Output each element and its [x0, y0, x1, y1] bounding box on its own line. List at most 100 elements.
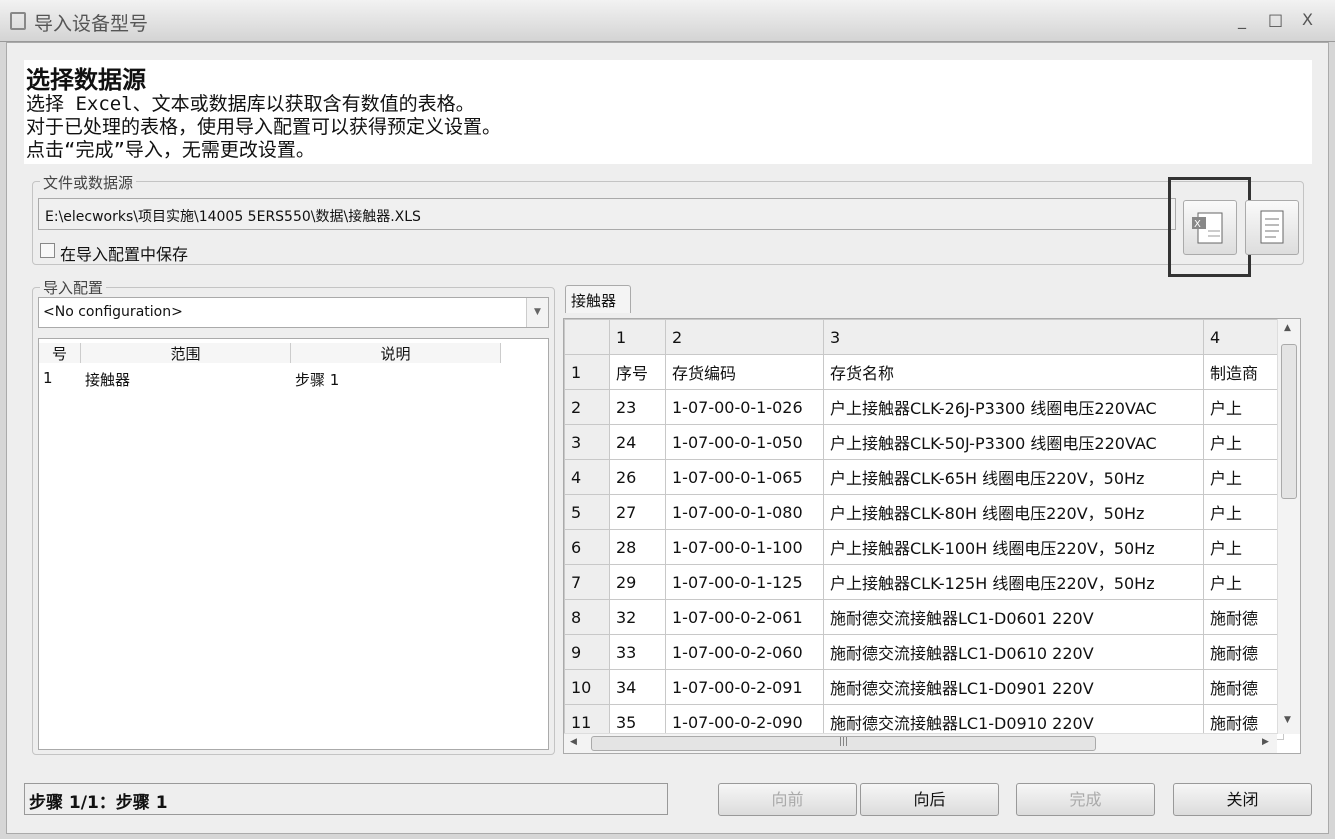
- table-cell[interactable]: 户上: [1203, 459, 1284, 495]
- table-cell[interactable]: 24: [609, 424, 666, 460]
- table-cell[interactable]: 27: [609, 494, 666, 530]
- text-file-icon: [1260, 210, 1284, 244]
- table-cell[interactable]: 1-07-00-0-1-050: [665, 424, 824, 460]
- table-cell[interactable]: 制造商: [1203, 354, 1284, 390]
- table-cell[interactable]: 1-07-00-0-1-125: [665, 564, 824, 600]
- text-source-button[interactable]: [1245, 200, 1299, 255]
- list-cell[interactable]: 接触器: [85, 369, 130, 390]
- next-button[interactable]: 向后: [860, 783, 999, 816]
- table-cell[interactable]: 户上接触器CLK-26J-P3300 线圈电压220VAC: [823, 389, 1204, 425]
- step-status: 步骤 1/1：步骤 1: [24, 783, 668, 815]
- row-header[interactable]: 3: [564, 424, 610, 460]
- table-cell[interactable]: 1-07-00-0-2-061: [665, 599, 824, 635]
- row-header[interactable]: 2: [564, 389, 610, 425]
- table-cell[interactable]: 户上: [1203, 389, 1284, 425]
- column-header-row: 1234: [564, 319, 1284, 355]
- table-cell[interactable]: 户上接触器CLK-65H 线圈电压220V，50Hz: [823, 459, 1204, 495]
- table-cell[interactable]: 序号: [609, 354, 666, 390]
- row-header[interactable]: 10: [564, 669, 610, 705]
- table-cell[interactable]: 存货名称: [823, 354, 1204, 390]
- tab-sheet[interactable]: 接触器: [565, 285, 631, 313]
- column-header[interactable]: 1: [609, 319, 666, 355]
- table-cell[interactable]: 1-07-00-0-2-060: [665, 634, 824, 670]
- instruction-line: 点击“完成”导入，无需更改设置。: [26, 139, 315, 161]
- config-select[interactable]: <No configuration> ▼: [38, 297, 549, 328]
- table-cell[interactable]: 施耐德交流接触器LC1-D0610 220V: [823, 634, 1204, 670]
- minimize-button[interactable]: _: [1238, 10, 1246, 29]
- vertical-scrollbar[interactable]: ▲ ▼: [1277, 319, 1300, 734]
- table-cell[interactable]: 户上: [1203, 424, 1284, 460]
- column-header[interactable]: 4: [1203, 319, 1284, 355]
- list-cell[interactable]: 1: [43, 369, 53, 387]
- table-cell[interactable]: 1-07-00-0-1-100: [665, 529, 824, 565]
- excel-icon: X: [1192, 212, 1223, 244]
- source-group-label: 文件或数据源: [40, 172, 137, 193]
- table-cell[interactable]: 施耐德交流接触器LC1-D0901 220V: [823, 669, 1204, 705]
- row-header[interactable]: 7: [564, 564, 610, 600]
- row-header[interactable]: 4: [564, 459, 610, 495]
- scroll-thumb[interactable]: [1281, 344, 1297, 499]
- table-cell[interactable]: 施耐德交流接触器LC1-D0601 220V: [823, 599, 1204, 635]
- save-in-config-label: 在导入配置中保存: [60, 245, 189, 264]
- table-cell[interactable]: 户上接触器CLK-125H 线圈电压220V，50Hz: [823, 564, 1204, 600]
- save-in-config-checkbox[interactable]: [40, 243, 55, 258]
- table-cell[interactable]: 施耐德: [1203, 599, 1284, 635]
- table-cell[interactable]: 33: [609, 634, 666, 670]
- horizontal-scrollbar[interactable]: ◀ ||| ▶: [564, 733, 1277, 753]
- previous-button[interactable]: 向前: [718, 783, 857, 816]
- close-window-button[interactable]: X: [1302, 10, 1313, 29]
- close-button[interactable]: 关闭: [1173, 783, 1312, 816]
- scroll-thumb[interactable]: |||: [591, 736, 1096, 751]
- scroll-up-icon[interactable]: ▲: [1284, 323, 1291, 333]
- file-path-field[interactable]: E:\elecworks\项目实施\14005 5ERS550\数据\接触器.X…: [38, 198, 1176, 230]
- table-cell[interactable]: 户上接触器CLK-50J-P3300 线圈电压220VAC: [823, 424, 1204, 460]
- column-header[interactable]: 号: [39, 343, 81, 363]
- column-header[interactable]: 2: [665, 319, 824, 355]
- svg-text:X: X: [1194, 219, 1201, 230]
- table-cell[interactable]: 户上: [1203, 494, 1284, 530]
- table-cell[interactable]: 28: [609, 529, 666, 565]
- title-bar: 导入设备型号 _ □ X: [0, 0, 1335, 42]
- list-cell[interactable]: 步骤 1: [295, 369, 339, 390]
- table-row: 9 33 1-07-00-0-2-060 施耐德交流接触器LC1-D0610 220V…: [564, 634, 1284, 670]
- table-cell[interactable]: 1-07-00-0-1-026: [665, 389, 824, 425]
- table-row: 5 27 1-07-00-0-1-080 户上接触器CLK-80H 线圈电压220V，…: [564, 494, 1284, 530]
- config-select-value: <No configuration>: [43, 304, 183, 320]
- window-title: 导入设备型号: [34, 13, 149, 35]
- table-cell[interactable]: 26: [609, 459, 666, 495]
- scroll-down-icon[interactable]: ▼: [1284, 715, 1291, 725]
- column-header[interactable]: 3: [823, 319, 1204, 355]
- row-header[interactable]: 6: [564, 529, 610, 565]
- table-cell[interactable]: 29: [609, 564, 666, 600]
- table-cell[interactable]: 32: [609, 599, 666, 635]
- table-cell[interactable]: 1-07-00-0-2-091: [665, 669, 824, 705]
- row-header[interactable]: 9: [564, 634, 610, 670]
- row-header[interactable]: 5: [564, 494, 610, 530]
- table-cell[interactable]: 施耐德: [1203, 634, 1284, 670]
- table-cell[interactable]: 户上接触器CLK-100H 线圈电压220V，50Hz: [823, 529, 1204, 565]
- page-title: 选择数据源: [26, 66, 146, 94]
- table-cell[interactable]: 户上接触器CLK-80H 线圈电压220V，50Hz: [823, 494, 1204, 530]
- corner-cell[interactable]: [564, 319, 610, 355]
- data-grid: 1 2 3 4 1 序号 存货编码 存货名称 制造商 2 23 1-07-00-0-1-026 户上接触…: [563, 318, 1301, 754]
- row-header[interactable]: 1: [564, 354, 610, 390]
- table-row: 2 23 1-07-00-0-1-026 户上接触器CLK-26J-P3300 线圈电…: [564, 389, 1284, 425]
- table-cell[interactable]: 34: [609, 669, 666, 705]
- table-cell[interactable]: 23: [609, 389, 666, 425]
- table-cell[interactable]: 1-07-00-0-1-065: [665, 459, 824, 495]
- table-cell[interactable]: 户上: [1203, 529, 1284, 565]
- instruction-line: 对于已处理的表格，使用导入配置可以获得预定义设置。: [26, 116, 502, 138]
- row-header[interactable]: 8: [564, 599, 610, 635]
- excel-source-button[interactable]: X: [1183, 200, 1237, 255]
- table-cell[interactable]: 户上: [1203, 564, 1284, 600]
- column-header[interactable]: 范围: [81, 343, 291, 363]
- table-cell[interactable]: 存货编码: [665, 354, 824, 390]
- scroll-left-icon[interactable]: ◀: [570, 737, 577, 747]
- scroll-right-icon[interactable]: ▶: [1262, 737, 1269, 747]
- table-cell[interactable]: 施耐德: [1203, 669, 1284, 705]
- table-cell[interactable]: 1-07-00-0-1-080: [665, 494, 824, 530]
- finish-button[interactable]: 完成: [1016, 783, 1155, 816]
- column-header[interactable]: 说明: [291, 343, 501, 363]
- chevron-down-icon[interactable]: ▼: [526, 298, 548, 327]
- maximize-button[interactable]: □: [1268, 10, 1283, 29]
